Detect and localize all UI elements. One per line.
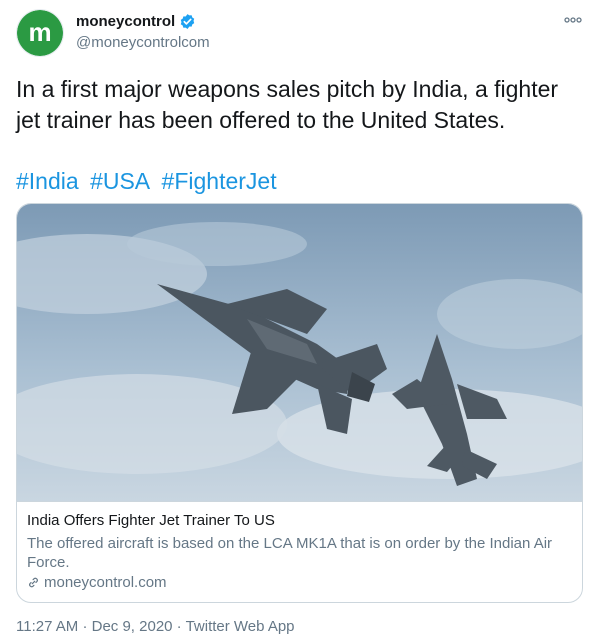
- author-name-row[interactable]: moneycontrol: [76, 13, 196, 30]
- author-display-name[interactable]: moneycontrol: [76, 13, 175, 30]
- author-handle[interactable]: @moneycontrolcom: [76, 34, 210, 51]
- verified-badge-icon: [180, 14, 195, 29]
- card-description: The offered aircraft is based on the LCA…: [27, 535, 553, 571]
- hashtag-india[interactable]: #India: [16, 168, 79, 194]
- tweet-meta: 11:27 AM · Dec 9, 2020 · Twitter Web App: [16, 618, 295, 635]
- tweet-date[interactable]: Dec 9, 2020: [92, 618, 173, 635]
- card-domain: moneycontrol.com: [27, 574, 167, 591]
- tweet-text: In a first major weapons sales pitch by …: [16, 76, 559, 133]
- card-image-fighter-jets: [17, 204, 582, 501]
- avatar-letter: m: [28, 17, 51, 47]
- moneycontrol-logo: m: [17, 10, 63, 56]
- card-domain-text: moneycontrol.com: [44, 574, 167, 591]
- link-preview-card[interactable]: India Offers Fighter Jet Trainer To US T…: [16, 203, 583, 603]
- link-icon: [29, 577, 38, 588]
- tweet-time[interactable]: 11:27 AM: [16, 618, 78, 635]
- author-avatar[interactable]: m: [16, 9, 64, 57]
- tweet: m moneycontrol @moneycontrolcom In a fir…: [0, 0, 594, 638]
- tweet-source[interactable]: Twitter Web App: [186, 618, 295, 635]
- tweet-hashtags: #India #USA #FighterJet: [16, 166, 282, 197]
- meta-separator-2: ·: [176, 618, 182, 635]
- card-title[interactable]: India Offers Fighter Jet Trainer To US: [27, 512, 275, 529]
- hashtag-usa[interactable]: #USA: [90, 168, 150, 194]
- more-options-icon[interactable]: [564, 14, 582, 26]
- meta-separator-1: ·: [82, 618, 88, 635]
- card-text-area: India Offers Fighter Jet Trainer To US T…: [17, 501, 582, 602]
- hashtag-fighterjet[interactable]: #FighterJet: [162, 168, 277, 194]
